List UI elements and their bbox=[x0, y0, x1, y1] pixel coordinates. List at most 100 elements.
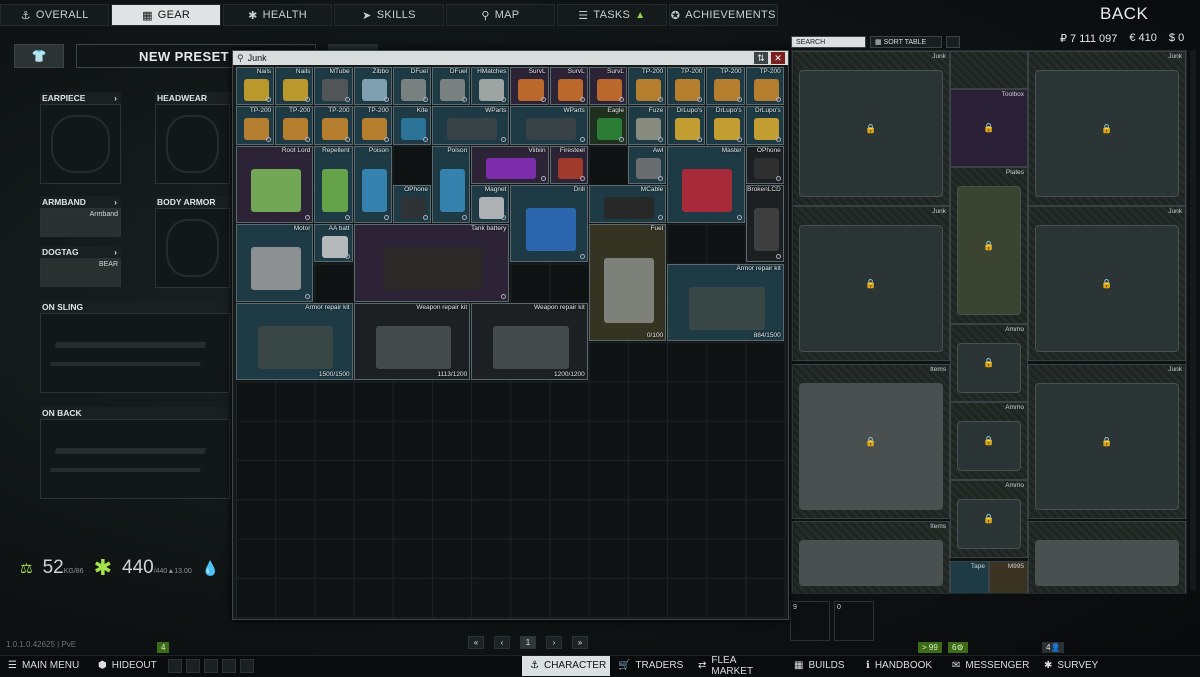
stash-case[interactable] bbox=[950, 51, 1028, 89]
search-result-item[interactable]: SurvL bbox=[588, 67, 627, 106]
search-result-item[interactable]: DFuel bbox=[392, 67, 431, 106]
first-page-button[interactable]: « bbox=[468, 636, 484, 649]
search-result-item[interactable]: Nails bbox=[275, 67, 314, 106]
next-page-button[interactable]: › bbox=[546, 636, 562, 649]
search-result-item[interactable]: TP-200 bbox=[706, 67, 745, 106]
search-input[interactable]: Junk bbox=[248, 53, 267, 63]
stash-case[interactable]: Ammo 🔒 bbox=[950, 402, 1028, 480]
preset-shirt-button[interactable]: 👕 bbox=[14, 44, 64, 68]
stash-item[interactable]: Tape bbox=[950, 561, 989, 593]
quick-access-slot[interactable] bbox=[222, 658, 236, 673]
quick-access-slot[interactable] bbox=[204, 658, 218, 673]
search-result-item[interactable]: MCable bbox=[588, 184, 667, 224]
search-result-item[interactable]: Weapon repair kit 1113/1200 bbox=[353, 302, 471, 381]
quick-access-slot[interactable] bbox=[186, 658, 200, 673]
search-result-item[interactable]: Poison bbox=[432, 145, 471, 224]
stash-extra-button[interactable] bbox=[946, 36, 960, 48]
dogtag-slot[interactable]: BEAR bbox=[40, 258, 121, 287]
main-menu-button[interactable]: ☰ MAIN MENU bbox=[0, 656, 90, 676]
sort-toggle-button[interactable]: ⇅ bbox=[754, 52, 768, 64]
search-result-item[interactable]: TP-200 bbox=[314, 106, 353, 145]
stash-case[interactable]: Ammo 🔒 bbox=[950, 324, 1028, 402]
search-result-item[interactable]: MTube bbox=[314, 67, 353, 106]
search-result-item[interactable]: Poison bbox=[353, 145, 392, 224]
stash-case[interactable]: Junk 🔒 bbox=[1028, 51, 1186, 206]
hideout-button[interactable]: ⬢ HIDEOUT bbox=[90, 656, 164, 676]
search-result-item[interactable]: OPhone bbox=[392, 184, 431, 224]
stash-case[interactable]: Items bbox=[792, 521, 950, 593]
tab-skills[interactable]: ➤ SKILLS bbox=[334, 4, 444, 26]
on-back-slot[interactable] bbox=[40, 419, 230, 499]
search-result-item[interactable]: Zibbo bbox=[353, 67, 392, 106]
search-result-item[interactable]: Eagle bbox=[588, 106, 627, 145]
search-result-item[interactable]: Nails bbox=[236, 67, 275, 106]
stash-item[interactable]: M995 bbox=[989, 561, 1028, 593]
search-result-item[interactable]: SurvL bbox=[549, 67, 588, 106]
handbook-button[interactable]: ℹ HANDBOOK bbox=[858, 656, 944, 676]
quick-access-slot[interactable] bbox=[240, 658, 254, 673]
tab-health[interactable]: ✱ HEALTH bbox=[222, 4, 333, 26]
stash-case[interactable]: Junk 🔒 bbox=[792, 51, 950, 206]
search-result-item[interactable]: Viibiin bbox=[471, 145, 549, 184]
traders-button[interactable]: 🛒 TRADERS bbox=[610, 656, 690, 676]
tab-tasks[interactable]: ☰ TASKS ▲ bbox=[557, 4, 667, 26]
search-bar[interactable]: ⚲ Junk ⇅ ✕ bbox=[233, 51, 788, 65]
stash-case[interactable]: Items 🔒 bbox=[792, 364, 950, 519]
current-page[interactable]: 1 bbox=[520, 636, 536, 649]
search-result-item[interactable]: TP-200 bbox=[667, 67, 706, 106]
stash-search-button[interactable]: SEARCH bbox=[791, 36, 866, 48]
search-result-item[interactable]: SurvL bbox=[510, 67, 549, 106]
results-grid[interactable]: Nails Nails MTube Zibbo DFuel DFuel HMatches Su… bbox=[236, 67, 785, 619]
stash-grid[interactable]: Junk 🔒 Junk 🔒 Toolbox 🔒 Junk 🔒 Plates 🔒 Junk 🔒… bbox=[791, 50, 1187, 594]
search-result-item[interactable]: Awl bbox=[628, 145, 667, 184]
quick-access-slot[interactable] bbox=[168, 658, 182, 673]
search-result-item[interactable]: Fuze bbox=[628, 106, 667, 145]
search-result-item[interactable]: WParts bbox=[432, 106, 510, 145]
stash-case[interactable]: Junk 🔒 bbox=[792, 206, 950, 361]
search-result-item[interactable]: AA batt bbox=[314, 224, 353, 263]
on-sling-slot[interactable] bbox=[40, 313, 230, 393]
builds-button[interactable]: ▦ BUILDS bbox=[786, 656, 858, 676]
search-result-item[interactable]: DrLupo's bbox=[745, 106, 784, 145]
search-result-item[interactable]: Weapon repair kit 1200/1200 bbox=[471, 302, 588, 381]
stash-case[interactable]: Ammo 🔒 bbox=[950, 480, 1028, 558]
search-result-item[interactable]: Kite bbox=[392, 106, 431, 145]
search-result-item[interactable]: DFuel bbox=[432, 67, 471, 106]
search-result-item[interactable]: Tank battery bbox=[353, 224, 510, 302]
search-result-item[interactable]: OPhone bbox=[745, 145, 784, 184]
close-button[interactable]: ✕ bbox=[771, 52, 785, 64]
search-result-item[interactable]: HMatches bbox=[471, 67, 510, 106]
search-result-item[interactable]: TP-200 bbox=[236, 106, 275, 145]
stash-scrollbar[interactable] bbox=[1190, 50, 1196, 590]
search-result-item[interactable]: Armor repair kit 1500/1500 bbox=[236, 302, 353, 381]
flea-market-button[interactable]: ⇄ FLEA MARKET bbox=[690, 655, 786, 677]
search-result-item[interactable]: Magnet bbox=[471, 184, 510, 224]
search-result-item[interactable]: TP-200 bbox=[745, 67, 784, 106]
stash-case[interactable]: Plates 🔒 bbox=[950, 167, 1028, 324]
tab-gear[interactable]: ▦ GEAR bbox=[111, 4, 221, 26]
search-result-item[interactable]: DrLupo's bbox=[706, 106, 745, 145]
search-result-item[interactable]: DrLupo's bbox=[667, 106, 706, 145]
stash-case[interactable]: Junk 🔒 bbox=[1028, 364, 1186, 519]
survey-button[interactable]: ✱ SURVEY bbox=[1036, 656, 1106, 676]
tab-achievements[interactable]: ✪ ACHIEVEMENTS bbox=[668, 4, 778, 26]
earpiece-slot[interactable] bbox=[40, 104, 121, 184]
messenger-button[interactable]: ✉ MESSENGER bbox=[944, 656, 1036, 676]
last-page-button[interactable]: » bbox=[572, 636, 588, 649]
search-result-item[interactable]: TP-200 bbox=[353, 106, 392, 145]
search-result-item[interactable]: Root Lord bbox=[236, 145, 314, 224]
body-armor-slot[interactable] bbox=[155, 208, 230, 288]
stash-case[interactable]: Toolbox 🔒 bbox=[950, 89, 1028, 167]
stash-case[interactable]: Junk 🔒 bbox=[1028, 206, 1186, 361]
character-button[interactable]: ⚓ CHARACTER bbox=[522, 655, 610, 676]
tab-overall[interactable]: ⚓ OVERALL bbox=[0, 4, 110, 26]
search-result-item[interactable]: Firesteel bbox=[549, 145, 588, 184]
armband-slot[interactable]: Armband bbox=[40, 208, 121, 237]
search-result-item[interactable]: WParts bbox=[510, 106, 588, 145]
search-result-item[interactable]: BrokenLCD bbox=[745, 184, 784, 263]
quick-slot-0[interactable]: 0 bbox=[834, 601, 874, 641]
search-result-item[interactable]: Drill bbox=[510, 184, 588, 263]
headwear-slot[interactable] bbox=[155, 104, 230, 184]
prev-page-button[interactable]: ‹ bbox=[494, 636, 510, 649]
search-result-item[interactable]: Master bbox=[667, 145, 745, 224]
